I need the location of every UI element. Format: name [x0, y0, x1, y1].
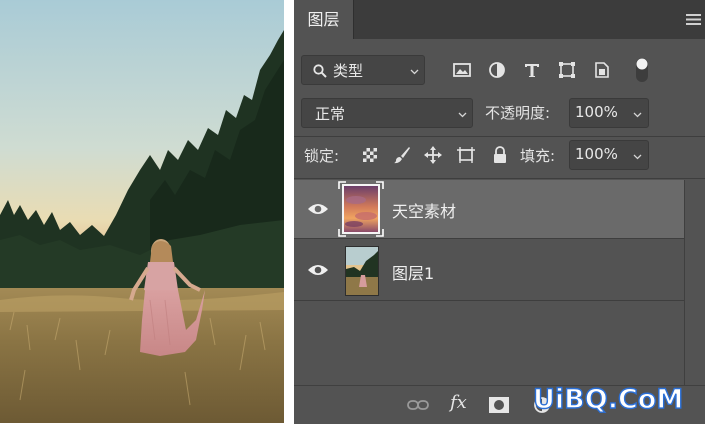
- search-icon: [313, 64, 327, 78]
- layer-thumbnail-layer1[interactable]: [345, 246, 379, 296]
- layer-row-sky[interactable]: 天空素材: [294, 180, 684, 238]
- visibility-eye-icon[interactable]: [307, 263, 329, 277]
- photo-thumbnail-image: [346, 247, 378, 295]
- blend-mode-value: 正常: [315, 105, 346, 123]
- opacity-value: 100%: [575, 103, 618, 121]
- lock-artboard-icon[interactable]: [456, 145, 476, 165]
- layers-panel: 图层 类型 正常 不透明度: 100% 锁定: 填充: 100% 天空素材 图层…: [294, 0, 705, 424]
- opacity-label: 不透明度:: [485, 104, 551, 122]
- lock-image-pixels-brush-icon[interactable]: [392, 145, 412, 165]
- screenshot-canvas: 图层 类型 正常 不透明度: 100% 锁定: 填充: 100% 天空素材 图层…: [0, 0, 705, 424]
- filter-toggle-icon[interactable]: [634, 56, 650, 84]
- chevron-down-icon: [458, 112, 467, 118]
- site-watermark: UiBQ.CoM: [532, 383, 684, 415]
- source-photo: [0, 0, 284, 423]
- lock-all-padlock-icon[interactable]: [490, 145, 510, 165]
- layer-name-layer1[interactable]: 图层1: [392, 260, 434, 284]
- fill-value: 100%: [575, 145, 618, 163]
- chevron-down-icon[interactable]: [633, 110, 642, 119]
- layer-row-layer1[interactable]: 图层1: [294, 240, 684, 300]
- divider: [294, 178, 705, 179]
- filter-pixel-icon[interactable]: [452, 60, 472, 80]
- panel-menu-icon[interactable]: [686, 14, 701, 25]
- tab-layers[interactable]: 图层: [294, 0, 354, 39]
- fill-input[interactable]: 100%: [569, 140, 649, 170]
- add-mask-icon[interactable]: [487, 395, 511, 415]
- fill-label: 填充:: [520, 147, 556, 165]
- chevron-down-icon: [410, 69, 419, 75]
- layers-scrollbar[interactable]: [684, 180, 705, 385]
- lock-label: 锁定:: [304, 147, 340, 165]
- opacity-input[interactable]: 100%: [569, 98, 649, 128]
- link-layers-icon[interactable]: [406, 395, 430, 415]
- chevron-down-icon[interactable]: [633, 152, 642, 161]
- divider: [294, 238, 684, 239]
- filter-shape-icon[interactable]: [557, 60, 577, 80]
- add-layer-style-fx-button[interactable]: fx: [450, 392, 467, 413]
- filter-kind-label: 类型: [333, 62, 364, 80]
- panel-tab-bar: 图层: [294, 0, 705, 39]
- watermark-text: UiBQ.CoM: [533, 384, 683, 415]
- girl-in-field-photo: [0, 0, 284, 423]
- filter-smart-object-icon[interactable]: [592, 60, 612, 80]
- visibility-eye-icon[interactable]: [307, 202, 329, 216]
- lock-position-move-icon[interactable]: [423, 145, 443, 165]
- filter-kind-select[interactable]: 类型: [301, 55, 425, 85]
- selection-corner-brackets: [338, 181, 384, 237]
- layer-name-sky[interactable]: 天空素材: [392, 198, 456, 222]
- divider: [294, 136, 705, 137]
- filter-type-icon[interactable]: [522, 60, 542, 80]
- divider: [294, 300, 684, 301]
- lock-transparent-pixels-icon[interactable]: [360, 145, 380, 165]
- blend-mode-select[interactable]: 正常: [301, 98, 473, 128]
- filter-adjustment-icon[interactable]: [487, 60, 507, 80]
